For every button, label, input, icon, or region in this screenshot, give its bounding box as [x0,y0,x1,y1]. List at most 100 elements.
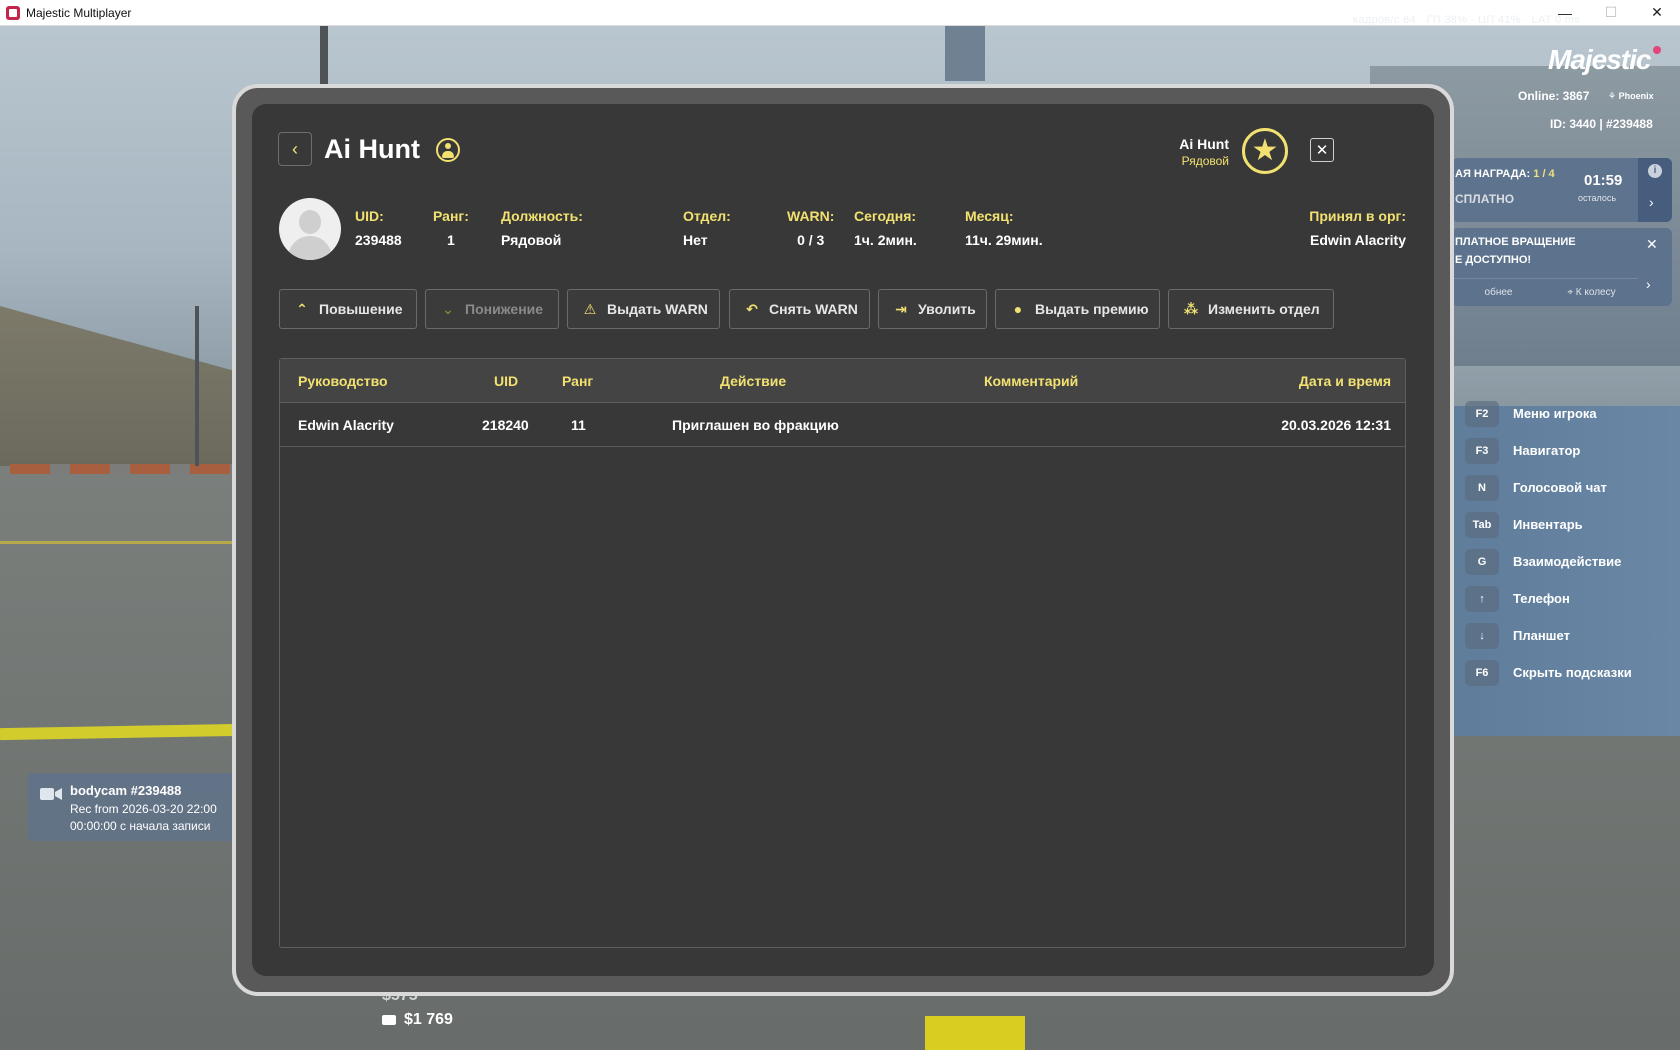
col-datetime: Дата и время [1298,373,1391,389]
table-row[interactable]: Edwin Alacrity 218240 11 Приглашен во фр… [280,403,1405,447]
user-profile-icon [436,138,460,162]
hint-key: F3 [1465,437,1499,464]
hint-label: Взаимодействие [1513,554,1622,569]
info-month: Месяц: 11ч. 29мин. [965,208,1043,248]
majestic-logo: Majestic [1548,44,1651,75]
promote-label: Повышение [319,301,403,317]
hint-item: Tab Инвентарь [1465,506,1632,543]
wheel-title-line2: Е ДОСТУПНО! [1455,254,1532,266]
location-pin-icon: ⌖ [1567,287,1576,298]
close-window-button[interactable]: ✕ [1634,0,1680,26]
warn-icon: ⚠ [583,300,597,317]
remove-warn-label: Снять WARN [769,301,858,317]
info-position: Должность: Рядовой [501,208,583,248]
info-value: 0 / 3 [797,232,825,248]
hint-item: F2 Меню игрока [1465,395,1632,432]
close-icon: ✕ [1315,142,1329,159]
col-uid: UID [494,373,519,389]
hint-key: N [1465,474,1499,501]
wheel-goto-label: К колесу [1575,287,1616,298]
promote-button[interactable]: ⌃ Повышение [279,289,417,329]
info-value: Рядовой [501,232,562,248]
cell-uid: 218240 [482,417,529,433]
bodycam-elapsed: 00:00:00 с начала записи [70,819,211,833]
hint-label: Голосовой чат [1513,480,1607,495]
info-value: 239488 [355,232,402,248]
background-hill [0,306,260,466]
background-light-pole [195,306,199,466]
close-icon[interactable]: ✕ [1646,236,1658,253]
wheel-spin-panel: ПЛАТНОЕ ВРАЩЕНИЕ Е ДОСТУПНО! ✕ обнее ⌖ К… [1452,228,1672,306]
reward-status: СПЛАТНО [1455,192,1515,206]
info-value: 1 [447,232,455,248]
bodycam-overlay: bodycam #239488 Rec from 2026-03-20 22:0… [28,773,233,841]
org-icon: ⁂ [1183,300,1199,317]
star-badge-icon: ★ [1242,128,1288,174]
info-icon[interactable]: i [1648,164,1662,178]
info-value: Edwin Alacrity [1310,232,1406,248]
wheel-links: обнее ⌖ К колесу [1452,278,1638,306]
background-road-line [0,541,240,544]
hint-item: ↑ Телефон [1465,580,1632,617]
fire-label: Уволить [918,301,976,317]
history-table: Руководство UID Ранг Действие Комментари… [279,358,1406,948]
server-name: ⚘ Phoenix [1608,91,1654,101]
cell-rank: 11 [571,417,586,433]
hint-item: ↓ Планшет [1465,617,1632,654]
tablet-frame: ‹ Ai Hunt Ai Hunt Рядовой ★ ✕ UID: 23948… [232,84,1454,996]
col-rank: Ранг [562,373,594,389]
change-department-button[interactable]: ⁂ Изменить отдел [1168,289,1334,329]
bank-amount-value: $1 769 [404,1011,453,1028]
wheel-details-link[interactable]: обнее [1452,287,1545,298]
player-id: ID: 3440 | #239488 [1550,117,1653,131]
hint-key: Tab [1465,511,1499,538]
bodycam-title: bodycam #239488 [70,783,182,798]
info-uid: UID: 239488 [355,208,402,248]
reward-side: i › [1638,158,1672,222]
col-comment: Комментарий [984,373,1079,389]
coin-icon: ● [1013,301,1023,317]
background-yellow-post [925,1016,1025,1050]
info-today: Сегодня: 1ч. 2мин. [854,208,917,248]
hint-label: Телефон [1513,591,1570,606]
back-button[interactable]: ‹ [278,132,312,166]
info-value: 11ч. 29мин. [965,232,1043,248]
background-pole [320,26,328,86]
daily-reward-panel[interactable]: АЯ НАГРАДА: 1 / 4 СПЛАТНО 01:59 осталось… [1452,158,1672,222]
avatar [279,198,341,260]
give-bonus-label: Выдать премию [1035,301,1149,317]
hint-item: F6 Скрыть подсказки [1465,654,1632,691]
info-label: Принял в орг: [1309,208,1406,224]
maximize-button[interactable]: ☐ [1588,0,1634,26]
demote-button[interactable]: ⌄ Понижение [425,289,559,329]
background-barrier [10,464,235,474]
performance-overlay: кадров/с 64 · ГП 38% · ЦП 41% · LAT 0 ms [1353,14,1580,26]
server-label: Phoenix [1618,91,1654,101]
info-warn: WARN: 0 / 3 [787,208,834,248]
cell-datetime: 20.03.2026 12:31 [1281,417,1391,433]
wheel-title-line1: ПЛАТНОЕ ВРАЩЕНИЕ [1455,236,1576,248]
close-tablet-button[interactable]: ✕ [1310,138,1334,162]
hint-item: F3 Навигатор [1465,432,1632,469]
fire-button[interactable]: ⇥ Уволить [878,289,987,329]
hint-key: F2 [1465,400,1499,427]
bodycam-rec-from: Rec from 2026-03-20 22:00 [70,802,217,816]
header-player-name: Ai Hunt [1179,136,1229,152]
wheel-goto-link[interactable]: ⌖ К колесу [1545,287,1638,298]
give-warn-button[interactable]: ⚠ Выдать WARN [567,289,720,329]
hint-key: ↓ [1465,622,1499,649]
reward-timer-label: осталось [1578,193,1617,203]
info-label: Ранг: [433,208,469,224]
remove-warn-button[interactable]: ↶ Снять WARN [729,289,870,329]
give-bonus-button[interactable]: ● Выдать премию [995,289,1160,329]
chevron-right-icon[interactable]: › [1649,194,1654,210]
col-action: Действие [720,373,787,389]
info-label: Месяц: [965,208,1014,224]
table-header: Руководство UID Ранг Действие Комментари… [280,359,1405,403]
chevron-right-icon[interactable]: › [1646,276,1651,292]
info-department: Отдел: Нет [683,208,731,248]
hint-label: Планшет [1513,628,1570,643]
player-name: Ai Hunt [324,134,420,164]
demote-label: Понижение [465,301,544,317]
info-label: WARN: [787,208,835,224]
